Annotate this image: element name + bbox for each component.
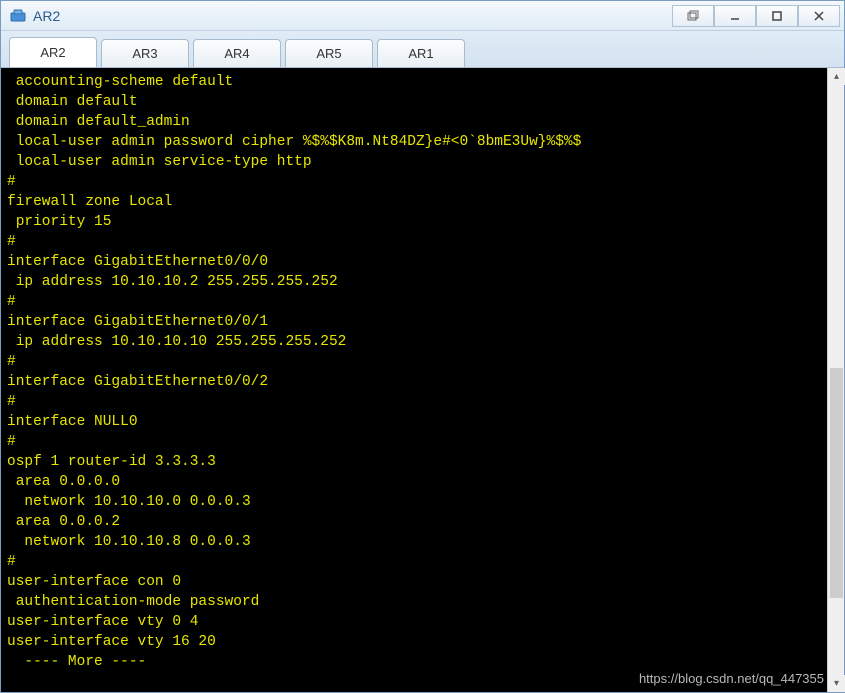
scroll-up-arrow[interactable]: ▴	[828, 68, 845, 85]
tab-label: AR2	[40, 45, 65, 60]
minimize-button[interactable]	[714, 5, 756, 27]
tab-bar: AR2 AR3 AR4 AR5 AR1	[1, 31, 844, 67]
tab-ar5[interactable]: AR5	[285, 39, 373, 67]
app-window: AR2 AR2 AR3 AR4 AR5 AR1 accounting-schem…	[0, 0, 845, 693]
titlebar: AR2	[1, 1, 844, 31]
tab-ar2[interactable]: AR2	[9, 37, 97, 67]
scroll-thumb[interactable]	[830, 368, 843, 598]
window-controls	[672, 5, 840, 27]
tab-ar3[interactable]: AR3	[101, 39, 189, 67]
window-title: AR2	[33, 8, 672, 24]
maximize-button[interactable]	[756, 5, 798, 27]
tab-label: AR4	[224, 46, 249, 61]
tab-ar4[interactable]: AR4	[193, 39, 281, 67]
tab-label: AR5	[316, 46, 341, 61]
terminal-output[interactable]: accounting-scheme default domain default…	[1, 68, 827, 692]
app-icon	[9, 7, 27, 25]
terminal-container: accounting-scheme default domain default…	[1, 67, 844, 692]
scrollbar[interactable]: ▴ ▾	[827, 68, 844, 692]
tab-label: AR3	[132, 46, 157, 61]
tab-ar1[interactable]: AR1	[377, 39, 465, 67]
scroll-down-arrow[interactable]: ▾	[828, 675, 845, 692]
close-button[interactable]	[798, 5, 840, 27]
detach-button[interactable]	[672, 5, 714, 27]
tab-label: AR1	[408, 46, 433, 61]
